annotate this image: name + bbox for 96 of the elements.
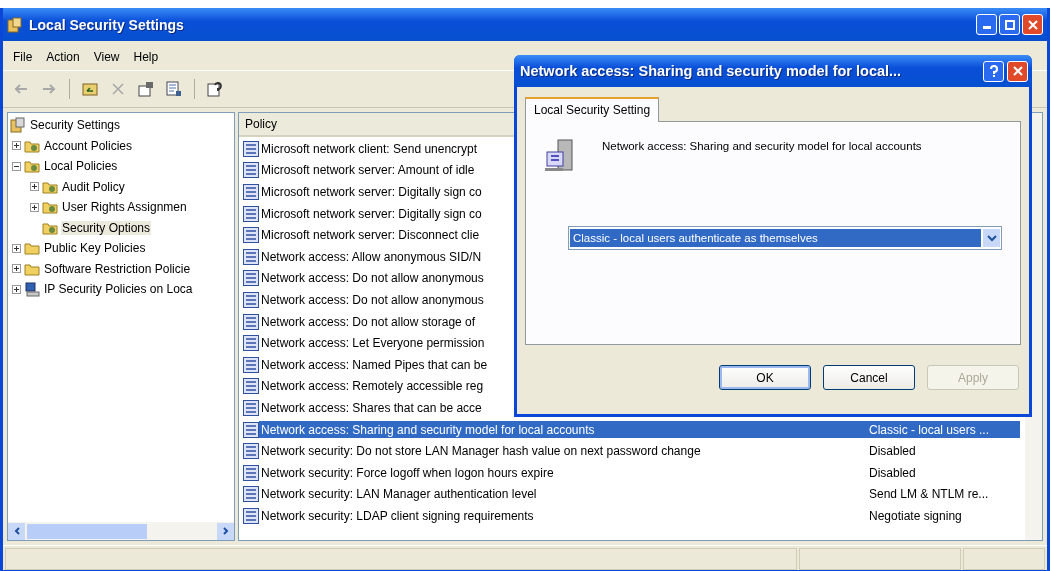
tree-item[interactable]: Public Key Policies [43, 241, 147, 256]
close-icon [1027, 19, 1038, 30]
expand-icon[interactable] [30, 182, 39, 192]
menu-item[interactable]: View [93, 50, 120, 64]
policy-cell-text: Network access: Let Everyone permission [260, 336, 485, 351]
help-icon[interactable] [207, 81, 223, 97]
policy-cell-text: Microsoft network server: Amount of idle [260, 163, 475, 178]
policy-icon [243, 335, 259, 352]
dialog-button[interactable]: Cancel [823, 365, 915, 390]
policy-icon [243, 421, 259, 438]
policy-icon [243, 507, 259, 524]
close-button[interactable] [1022, 14, 1043, 35]
policy-icon [243, 313, 259, 330]
policy-cell-text: Microsoft network server: Digitally sign co [260, 206, 482, 221]
expand-icon[interactable] [12, 264, 21, 274]
setting-cell-text: Disabled [869, 465, 917, 480]
close-button[interactable] [1007, 60, 1028, 82]
policy-cell-text: Network access: Do not allow anonymous [260, 271, 484, 286]
policy-row[interactable]: Network security: Force logoff when logon hours expire Disabled [259, 464, 1020, 482]
folder-icon [24, 158, 40, 175]
policy-icon [243, 162, 259, 179]
expand-icon[interactable] [30, 202, 39, 212]
dialog-button[interactable]: OK [719, 365, 811, 390]
folder-up-icon[interactable] [82, 81, 98, 97]
policy-cell-text: Network access: Do not allow anonymous [260, 292, 484, 307]
policy-icon [243, 248, 259, 265]
policy-cell-text: Network access: Shares that can be acce [260, 400, 482, 415]
tree-item[interactable]: IP Security Policies on Loca [43, 282, 194, 297]
menu-item[interactable]: File [13, 50, 33, 64]
policy-cell-text: Network security: LDAP client signing requirements [260, 508, 534, 523]
policy-cell-text: Network security: Do not store LAN Manager hash value on next password change [260, 444, 701, 459]
security-settings-icon [10, 117, 26, 134]
policy-icon [243, 184, 259, 200]
dialog-title: Network access: Sharing and security model for local... [520, 63, 902, 79]
setting-cell-text: Negotiate signing [869, 508, 963, 523]
close-icon [1012, 66, 1023, 76]
policy-cell-text: Network access: Do not allow storage of [260, 314, 476, 329]
tab[interactable]: Local Security Setting [525, 97, 660, 122]
policy-icon [243, 443, 259, 460]
expand-icon[interactable] [12, 243, 21, 253]
scroll-right-button[interactable] [217, 522, 234, 540]
setting-cell-text: Send LM & NTLM re... [869, 487, 990, 502]
policy-cell-text: Network access: Sharing and security model for local accounts [260, 422, 595, 437]
policy-icon [243, 227, 259, 244]
policy-cell-text: Network access: Named Pipes that can be [260, 357, 488, 372]
policy-row[interactable]: Network security: LAN Manager authentication level Send LM & NTLM re... [259, 485, 1020, 503]
app-icon [7, 16, 23, 33]
policy-icon [243, 205, 259, 222]
policy-icon [243, 140, 259, 157]
help-button[interactable] [983, 60, 1004, 82]
menu-item[interactable]: Action [46, 50, 80, 64]
policy-row[interactable]: Network security: Do not store LAN Manager hash value on next password change Disabled [259, 442, 1020, 460]
tree-item[interactable]: Account Policies [43, 138, 134, 153]
policy-cell-text: Network security: LAN Manager authentication level [260, 487, 537, 502]
dropdown[interactable]: Classic - local users authenticate as themselves [568, 226, 1002, 250]
tree-item[interactable]: Security Settings [29, 118, 122, 133]
scroll-left-button[interactable] [8, 522, 25, 540]
policy-icon [243, 291, 259, 308]
policy-cell-text: Network security: Force logoff when logon hours expire [260, 465, 554, 480]
tree-item[interactable]: Audit Policy [61, 179, 126, 194]
chevron-down-icon[interactable] [983, 229, 1000, 247]
maximize-button[interactable] [999, 14, 1020, 35]
folder-icon [24, 240, 40, 257]
setting-cell-text: Classic - local users ... [869, 422, 991, 437]
policy-icon [243, 270, 259, 287]
maximize-icon [1004, 19, 1015, 30]
policy-cell-text: Microsoft network server: Digitally sign co [260, 185, 482, 199]
window-title: Local Security Settings [29, 16, 184, 33]
server-policy-icon [544, 138, 576, 174]
setting-description: Network access: Sharing and security model for local accounts [602, 140, 922, 152]
folder-icon [42, 199, 58, 216]
chevron-left-icon [13, 527, 20, 535]
chevron-right-icon [222, 527, 229, 535]
minimize-button[interactable] [976, 14, 997, 35]
policy-cell-text: Network access: Allow anonymous SID/N [260, 249, 482, 264]
tree-item[interactable]: Local Policies [43, 159, 119, 174]
policy-row[interactable]: Network security: LDAP client signing requirements Negotiate signing [259, 507, 1020, 525]
expand-icon[interactable] [12, 284, 21, 294]
tree-item[interactable]: User Rights Assignmen [61, 200, 188, 215]
policy-icon [243, 486, 259, 503]
policy-icon [243, 356, 259, 373]
policy-icon [243, 464, 259, 481]
export-list-icon[interactable] [166, 81, 182, 97]
menu-item[interactable]: Help [133, 50, 159, 64]
question-mark-icon [988, 65, 999, 77]
policy-icon [243, 378, 259, 395]
horizontal-scrollbar[interactable] [8, 522, 234, 540]
policy-icon [243, 399, 259, 416]
policy-row[interactable]: Network access: Sharing and security model for local accounts Classic - local users ... [259, 421, 1020, 438]
tree-item[interactable]: Software Restriction Policie [43, 261, 192, 276]
minimize-icon [982, 26, 991, 29]
setting-cell-text: Disabled [869, 444, 917, 459]
tree-item[interactable]: Security Options [61, 220, 152, 235]
properties-icon[interactable] [138, 81, 154, 97]
collapse-icon[interactable] [12, 161, 21, 171]
expand-icon[interactable] [12, 141, 21, 151]
